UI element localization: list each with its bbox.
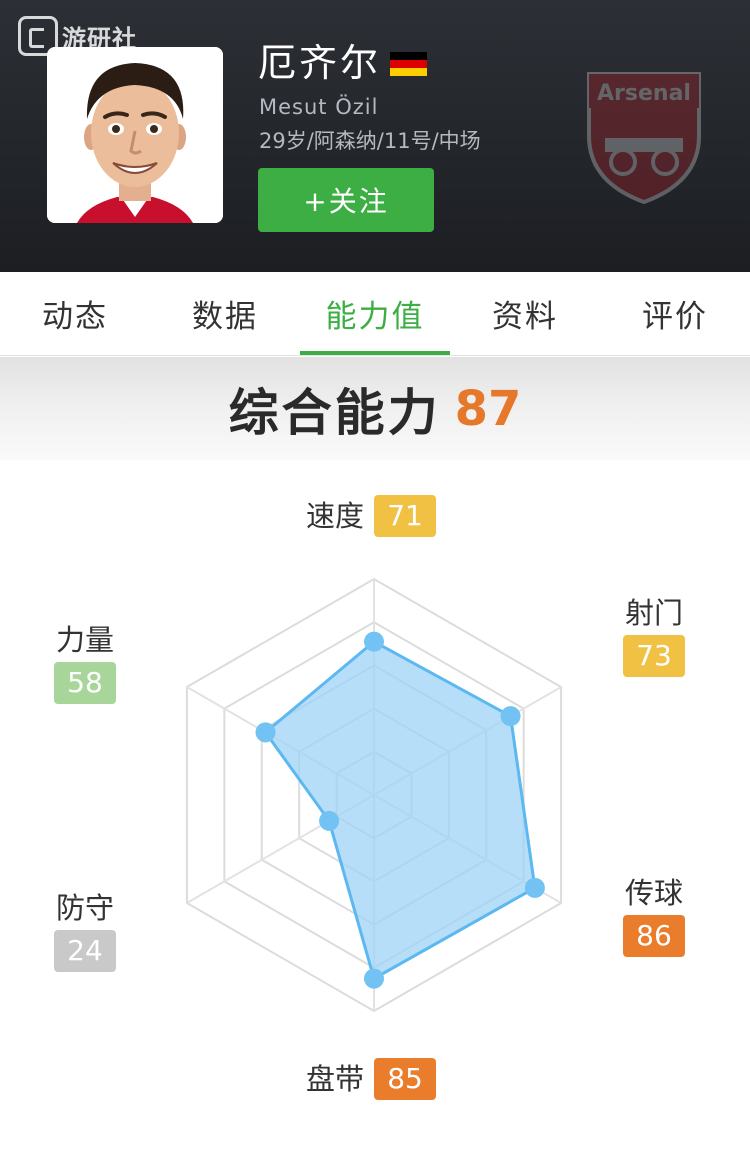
germany-flag-icon <box>390 52 427 76</box>
attr-label: 力量 <box>55 623 114 657</box>
attr-label: 射门 <box>624 596 683 630</box>
radar-point <box>524 877 545 898</box>
radar-svg <box>185 577 563 1013</box>
attr-speed: 速度 71 <box>306 495 437 537</box>
tab-stats[interactable]: 数据 <box>150 272 300 355</box>
attr-defense: 防守 24 <box>54 888 116 972</box>
tab-bar: 动态 数据 能力值 资料 评价 <box>0 272 750 356</box>
player-portrait-image <box>47 47 223 223</box>
tab-label: 资料 <box>492 299 558 335</box>
tab-label: 数据 <box>192 299 258 335</box>
player-avatar <box>47 47 223 223</box>
tab-news[interactable]: 动态 <box>0 272 150 355</box>
radar-point <box>364 631 384 652</box>
player-english-name: Mesut Özil <box>259 95 379 119</box>
radar-point <box>500 706 521 727</box>
radar-point <box>319 810 340 831</box>
tab-profile[interactable]: 资料 <box>450 272 600 355</box>
attr-shooting: 射门 73 <box>623 593 685 677</box>
radar-point <box>255 722 276 743</box>
tab-reviews[interactable]: 评价 <box>600 272 750 355</box>
attr-value-badge: 85 <box>374 1058 437 1100</box>
attr-value-badge: 24 <box>54 930 116 972</box>
tab-label: 动态 <box>42 299 108 335</box>
player-header: 游研社 厄齐尔 Mesut Özil 29岁/阿森纳/11号/中场 +关注 Ar… <box>0 0 750 272</box>
flag-stripe <box>390 52 427 60</box>
ability-radar-chart: 速度 71 射门 73 传球 86 盘带 85 防守 24 力量 58 <box>0 470 750 1150</box>
radar-point <box>364 968 384 989</box>
attr-dribbling: 盘带 85 <box>306 1058 437 1100</box>
attr-strength: 力量 58 <box>54 620 116 704</box>
tab-label: 能力值 <box>325 299 425 335</box>
attr-value-badge: 58 <box>54 662 116 704</box>
tab-label: 评价 <box>642 299 708 335</box>
attr-label: 防守 <box>55 891 114 925</box>
attr-label: 盘带 <box>306 1062 365 1096</box>
attr-value-badge: 86 <box>623 915 685 957</box>
attr-passing: 传球 86 <box>623 873 685 957</box>
overall-rating-banner: 综合能力 87 <box>0 357 750 460</box>
attr-value-badge: 71 <box>374 495 437 537</box>
arsenal-crest-logo: Arsenal <box>587 72 701 205</box>
attr-value-badge: 73 <box>623 635 685 677</box>
attr-label: 传球 <box>624 876 683 910</box>
flag-stripe <box>390 68 427 76</box>
overall-rating-value: 87 <box>454 380 522 437</box>
flag-stripe <box>390 60 427 68</box>
crest-text: Arsenal <box>597 81 691 106</box>
tab-ability[interactable]: 能力值 <box>300 272 450 355</box>
overall-rating-label: 综合能力 <box>228 383 441 442</box>
player-meta: 29岁/阿森纳/11号/中场 <box>259 129 481 153</box>
attr-label: 速度 <box>306 499 365 533</box>
player-name: 厄齐尔 <box>258 41 382 85</box>
follow-button[interactable]: +关注 <box>258 168 434 232</box>
